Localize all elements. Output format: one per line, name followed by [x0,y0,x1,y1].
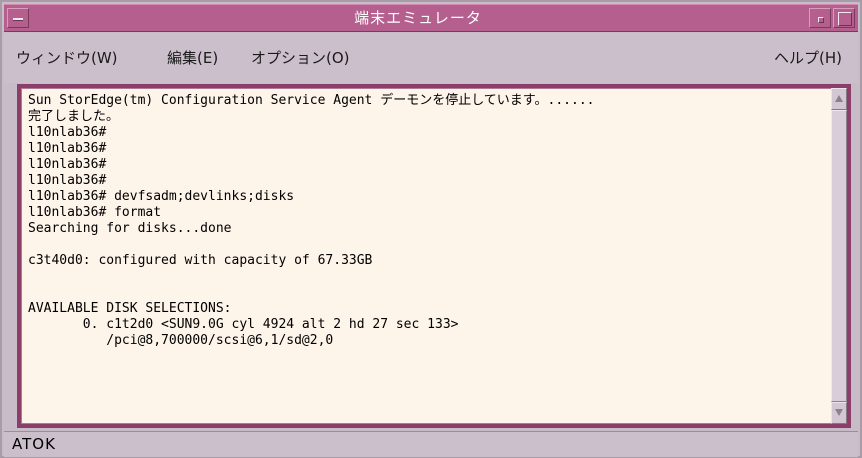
terminal-line: l10nlab36# format [28,205,162,220]
scroll-up-button[interactable] [831,88,847,110]
vertical-scrollbar[interactable] [831,88,847,424]
terminal-line: l10nlab36# [28,125,107,140]
terminal-line: 0. c1t2d0 <SUN9.0G cyl 4924 alt 2 hd 27 … [28,317,459,332]
terminal-output[interactable]: Sun StorEdge(tm) Configuration Service A… [21,88,833,424]
terminal-line: AVAILABLE DISK SELECTIONS: [28,301,232,316]
menu-edit[interactable]: 編集(E) [167,33,218,83]
terminal-line: l10nlab36# devfsadm;devlinks;disks [28,189,295,204]
maximize-button[interactable] [833,8,855,28]
arrow-up-icon [835,95,843,102]
menu-bar: ウィンドウ(W) 編集(E) オプション(O) ヘルプ(H) [4,33,858,83]
terminal-window: 端末エミュレータ ウィンドウ(W) 編集(E) オプション(O) ヘルプ(H) … [0,0,862,458]
scroll-down-button[interactable] [831,402,847,424]
maximize-icon [838,12,852,26]
terminal-line: l10nlab36# [28,157,107,172]
window-title: 端末エミュレータ [354,9,482,27]
status-bar: ATOK [4,431,858,457]
terminal-line: /pci@8,700000/scsi@6,1/sd@2,0 [28,333,334,348]
terminal-line: Searching for disks...done [28,221,232,236]
minimize-button[interactable] [809,8,831,28]
terminal-lines: Sun StorEdge(tm) Configuration Service A… [28,93,828,349]
window-menu-button[interactable] [7,8,29,28]
terminal-line: 完了しました。 [28,109,120,124]
arrow-down-icon [835,409,843,416]
menu-window[interactable]: ウィンドウ(W) [16,33,118,83]
menu-options[interactable]: オプション(O) [251,33,350,83]
terminal-line: c3t40d0: configured with capacity of 67.… [28,253,373,268]
terminal-line: Sun StorEdge(tm) Configuration Service A… [28,93,595,108]
minimize-icon [818,17,824,23]
menu-help[interactable]: ヘルプ(H) [774,33,842,83]
input-method-status: ATOK [12,435,56,453]
terminal-line: l10nlab36# [28,173,107,188]
scroll-thumb[interactable] [831,110,847,402]
title-bar[interactable]: 端末エミュレータ [4,4,858,32]
terminal-line: l10nlab36# [28,141,107,156]
window-menu-icon [13,18,23,20]
terminal-frame: Sun StorEdge(tm) Configuration Service A… [17,84,851,428]
